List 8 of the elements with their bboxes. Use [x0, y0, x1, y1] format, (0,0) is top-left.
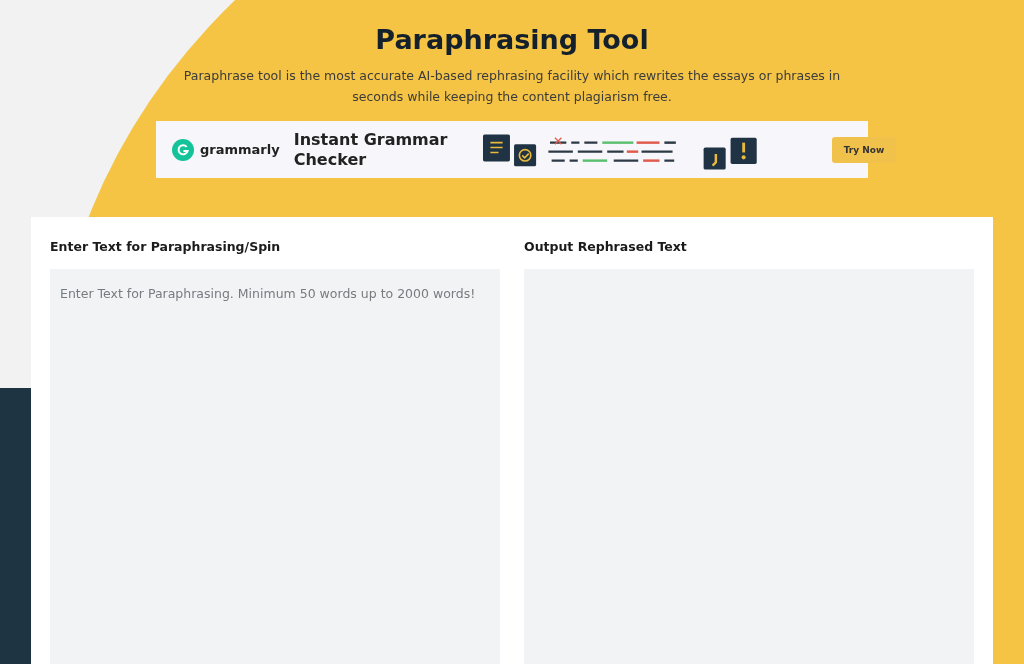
output-label: Output Rephrased Text	[524, 239, 688, 256]
page-title: Paraphrasing Tool	[375, 24, 649, 55]
input-text-area[interactable]: Enter Text for Paraphrasing. Minimum 50 words up to 2000 words!	[50, 269, 500, 664]
ad-headline: Instant Grammar Checker	[293, 129, 449, 170]
input-label: Enter Text for Paraphrasing/Spin	[50, 239, 282, 256]
try-now-button[interactable]: Try Now	[831, 136, 897, 163]
page-subtitle: Paraphrase tool is the most accurate AI-based rephrasing facility which rewrites the essays or phrases in seconds while keeping the content plagiarism free.	[182, 67, 842, 106]
brand-name: grammarly	[200, 142, 280, 157]
